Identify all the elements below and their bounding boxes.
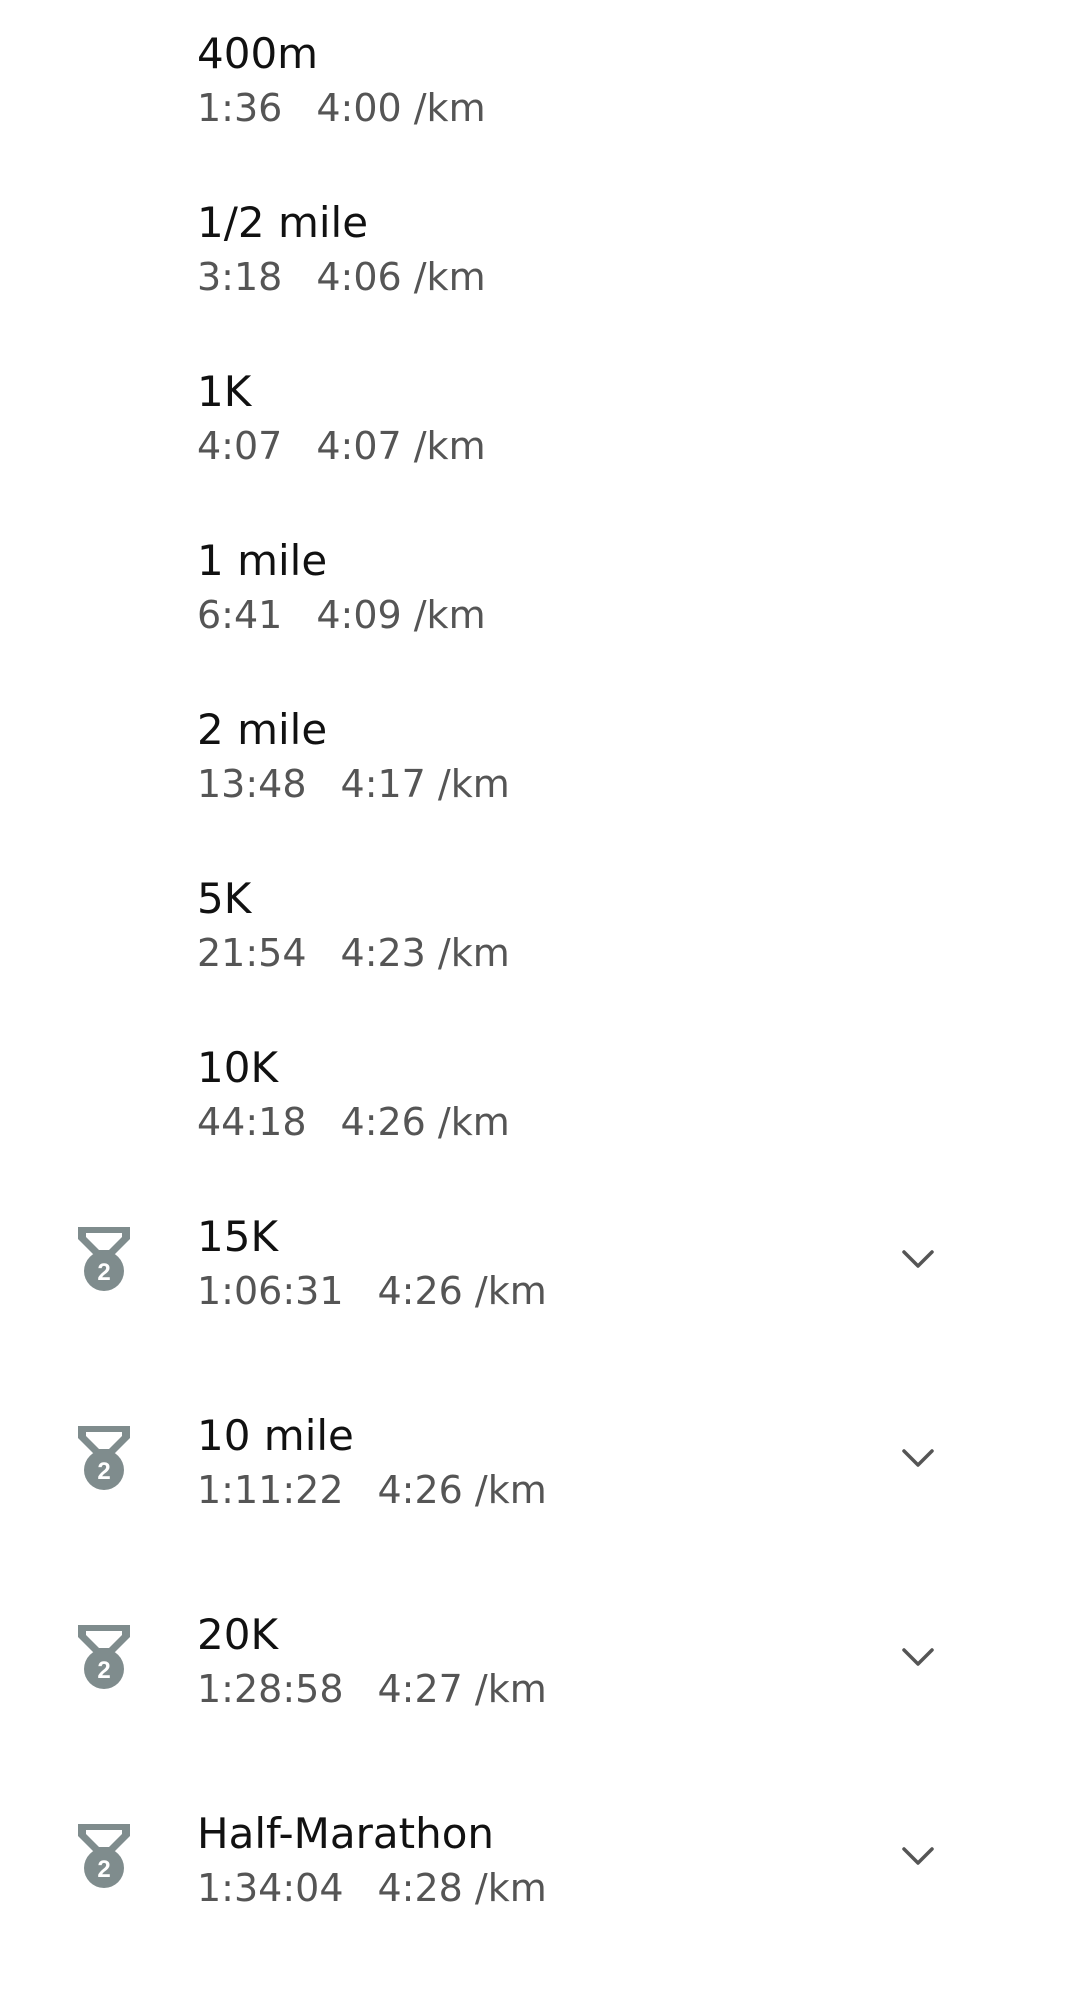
- best-efforts-list: 400m 1:36 4:00 /km 1/2 mile 3:18 4:06 /km …: [0, 0, 1080, 2009]
- record-stats: 1:06:31 4:26 /km: [197, 1267, 547, 1315]
- record-pace: 4:28 /km: [377, 1866, 547, 1910]
- record-row-15k[interactable]: 2 15K 1:06:31 4:26 /km: [0, 1211, 1080, 1341]
- record-name: 1/2 mile: [197, 198, 369, 247]
- record-pace: 4:23 /km: [340, 931, 510, 975]
- record-stats: 1:11:22 4:26 /km: [197, 1466, 547, 1514]
- record-name: 10K: [197, 1043, 278, 1092]
- record-name: 15K: [197, 1212, 278, 1261]
- record-pace: 4:06 /km: [316, 255, 486, 299]
- record-texts: 1 mile 6:41 4:09 /km: [197, 535, 486, 639]
- record-time: 1:34:04: [197, 1866, 344, 1910]
- record-name: Half-Marathon: [197, 1809, 495, 1858]
- record-stats: 6:41 4:09 /km: [197, 591, 486, 639]
- record-name: 400m: [197, 29, 319, 78]
- chevron-down-icon[interactable]: [898, 1438, 938, 1478]
- record-stats: 4:07 4:07 /km: [197, 422, 486, 470]
- record-pace: 4:26 /km: [377, 1269, 547, 1313]
- record-row-400m: 400m 1:36 4:00 /km: [0, 28, 1080, 148]
- record-time: 1:11:22: [197, 1468, 344, 1512]
- record-texts: 2 mile 13:48 4:17 /km: [197, 704, 510, 808]
- record-texts: Half-Marathon 1:34:04 4:28 /km: [197, 1808, 547, 1912]
- record-time: 1:28:58: [197, 1667, 344, 1711]
- chevron-down-icon[interactable]: [898, 1239, 938, 1279]
- record-row-half-mile: 1/2 mile 3:18 4:06 /km: [0, 197, 1080, 317]
- record-stats: 1:34:04 4:28 /km: [197, 1864, 547, 1912]
- record-pace: 4:17 /km: [340, 762, 510, 806]
- record-stats: 3:18 4:06 /km: [197, 253, 486, 301]
- record-stats: 44:18 4:26 /km: [197, 1098, 510, 1146]
- record-time: 1:36: [197, 86, 283, 130]
- record-stats: 1:36 4:00 /km: [197, 84, 486, 132]
- record-pace: 4:26 /km: [377, 1468, 547, 1512]
- silver-medal-icon: 2: [78, 1824, 130, 1888]
- record-time: 4:07: [197, 424, 283, 468]
- record-stats: 21:54 4:23 /km: [197, 929, 510, 977]
- record-name: 10 mile: [197, 1411, 354, 1460]
- record-row-2-mile: 2 mile 13:48 4:17 /km: [0, 704, 1080, 824]
- record-row-5k: 5K 21:54 4:23 /km: [0, 873, 1080, 993]
- medal-rank: 2: [97, 1657, 110, 1684]
- record-row-1k: 1K 4:07 4:07 /km: [0, 366, 1080, 486]
- record-time: 1:06:31: [197, 1269, 344, 1313]
- record-stats: 13:48 4:17 /km: [197, 760, 510, 808]
- record-name: 20K: [197, 1610, 278, 1659]
- record-name: 2 mile: [197, 705, 328, 754]
- medal-rank: 2: [97, 1856, 110, 1883]
- record-pace: 4:00 /km: [316, 86, 486, 130]
- chevron-down-icon[interactable]: [898, 1836, 938, 1876]
- record-row-10-mile[interactable]: 2 10 mile 1:11:22 4:26 /km: [0, 1410, 1080, 1540]
- chevron-down-icon[interactable]: [898, 1637, 938, 1677]
- record-pace: 4:26 /km: [340, 1100, 510, 1144]
- record-row-half-marathon[interactable]: 2 Half-Marathon 1:34:04 4:28 /km: [0, 1808, 1080, 1938]
- record-texts: 10K 44:18 4:26 /km: [197, 1042, 510, 1146]
- record-texts: 400m 1:36 4:00 /km: [197, 28, 486, 132]
- silver-medal-icon: 2: [78, 1227, 130, 1291]
- record-stats: 1:28:58 4:27 /km: [197, 1665, 547, 1713]
- record-time: 13:48: [197, 762, 307, 806]
- record-time: 44:18: [197, 1100, 307, 1144]
- record-pace: 4:07 /km: [316, 424, 486, 468]
- record-pace: 4:09 /km: [316, 593, 486, 637]
- record-row-20k[interactable]: 2 20K 1:28:58 4:27 /km: [0, 1609, 1080, 1739]
- record-name: 1 mile: [197, 536, 328, 585]
- record-row-10k: 10K 44:18 4:26 /km: [0, 1042, 1080, 1162]
- record-texts: 15K 1:06:31 4:26 /km: [197, 1211, 547, 1315]
- medal-rank: 2: [97, 1458, 110, 1485]
- record-texts: 5K 21:54 4:23 /km: [197, 873, 510, 977]
- medal-rank: 2: [97, 1259, 110, 1286]
- record-texts: 20K 1:28:58 4:27 /km: [197, 1609, 547, 1713]
- silver-medal-icon: 2: [78, 1625, 130, 1689]
- record-texts: 10 mile 1:11:22 4:26 /km: [197, 1410, 547, 1514]
- record-row-1-mile: 1 mile 6:41 4:09 /km: [0, 535, 1080, 655]
- record-time: 3:18: [197, 255, 283, 299]
- record-name: 1K: [197, 367, 252, 416]
- record-texts: 1/2 mile 3:18 4:06 /km: [197, 197, 486, 301]
- record-time: 6:41: [197, 593, 283, 637]
- silver-medal-icon: 2: [78, 1426, 130, 1490]
- record-pace: 4:27 /km: [377, 1667, 547, 1711]
- record-time: 21:54: [197, 931, 307, 975]
- record-texts: 1K 4:07 4:07 /km: [197, 366, 486, 470]
- record-name: 5K: [197, 874, 252, 923]
